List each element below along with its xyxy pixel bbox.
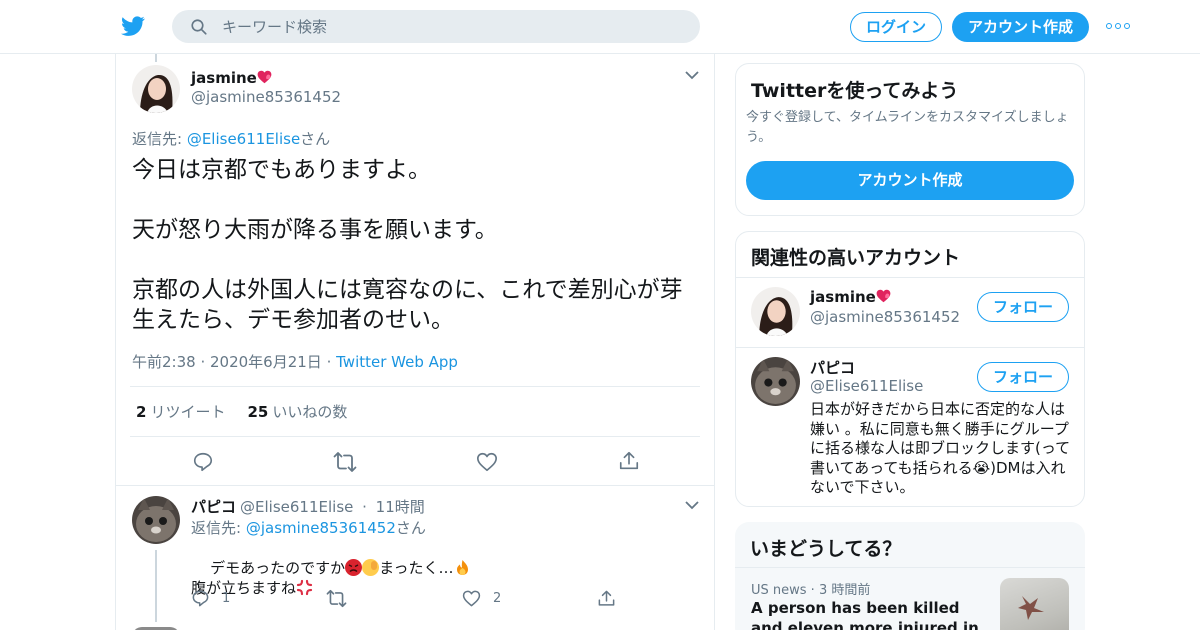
share-icon[interactable] <box>618 450 640 472</box>
search-box[interactable] <box>172 10 700 43</box>
account-name[interactable]: パピコ <box>810 357 855 378</box>
tweet-meta: 午前2:38 · 2020年6月21日 · Twitter Web App <box>132 353 458 371</box>
fire-emoji-icon <box>454 559 471 576</box>
heart-emoji-icon <box>876 289 891 307</box>
reply-context: 返信先: @jasmine85361452さん <box>191 519 426 537</box>
thread-line <box>155 54 157 62</box>
account-handle[interactable]: @Elise611Elise <box>810 377 923 395</box>
like-count: 2 <box>493 591 502 606</box>
avatar[interactable] <box>751 287 800 336</box>
retweet-icon[interactable] <box>326 589 347 608</box>
reply-context: 返信先: @Elise611Eliseさん <box>132 128 330 149</box>
like-action[interactable]: 2 <box>462 589 501 608</box>
trend-meta: US news · 3 時間前 <box>751 583 871 598</box>
follow-button[interactable]: フォロー <box>977 362 1069 392</box>
trends-card: いまどうしてる？ US news · 3 時間前 A person has be… <box>735 522 1085 630</box>
account-handle[interactable]: @jasmine85361452 <box>810 308 960 326</box>
search-input[interactable] <box>222 10 682 43</box>
angry-face-emoji-icon <box>345 559 363 576</box>
signup-card-description: 今すぐ登録して、タイムラインをカスタマイズしましょう。 <box>746 110 1069 145</box>
author-handle[interactable]: @jasmine85361452 <box>191 88 341 106</box>
reply-handle-link[interactable]: @Elise611Elise <box>187 130 300 148</box>
trend-headline[interactable]: A person has been killed and eleven more… <box>751 598 991 630</box>
related-accounts-card: 関連性の高いアカウント jasmine @jasmine85361452 フォロ… <box>735 231 1085 507</box>
follow-button[interactable]: フォロー <box>977 292 1069 322</box>
search-icon <box>191 19 207 35</box>
facepalm-emoji-icon <box>362 559 380 576</box>
reply-header: パピコ @Elise611Elise · 11時間 <box>191 498 425 516</box>
like-stat[interactable]: 25 いいねの数 <box>247 403 347 421</box>
author-handle[interactable]: @Elise611Elise <box>240 498 353 516</box>
related-accounts-title: 関連性の高いアカウント <box>751 247 961 269</box>
reply-icon[interactable] <box>192 451 214 473</box>
divider <box>130 386 700 387</box>
signup-card: Twitterを使ってみよう 今すぐ登録して、タイムラインをカスタマイズしましょ… <box>735 63 1085 216</box>
tweet-date[interactable]: 2020年6月21日 <box>210 353 322 371</box>
anger-symbol-emoji-icon <box>296 579 313 596</box>
divider <box>736 347 1084 348</box>
account-name[interactable]: jasmine <box>810 288 891 307</box>
avatar[interactable] <box>132 496 180 544</box>
login-button[interactable]: ログイン <box>850 12 942 42</box>
signup-card-title: Twitterを使ってみよう <box>751 80 959 102</box>
signup-card-button[interactable]: アカウント作成 <box>746 161 1074 200</box>
account-bio: 日本が好きだから日本に否定的な人は嫌い 。私に同意も無く勝手にグループに括る様な… <box>810 400 1071 496</box>
reply-prefix: 返信先: <box>132 130 187 148</box>
thread-line <box>155 550 157 622</box>
retweet-action[interactable] <box>326 589 347 608</box>
signup-button[interactable]: アカウント作成 <box>952 12 1089 42</box>
retweet-stat[interactable]: 2 リツイート <box>136 403 225 421</box>
tweet-author[interactable]: jasmine <box>191 68 272 88</box>
reply-suffix: さん <box>300 130 331 148</box>
chevron-down-icon[interactable] <box>684 70 700 80</box>
trend-thumbnail[interactable] <box>1000 578 1069 630</box>
reply-action[interactable]: 1 <box>191 589 230 608</box>
twitter-bird-icon[interactable] <box>120 14 146 38</box>
avatar[interactable] <box>132 65 180 113</box>
divider <box>116 485 714 486</box>
share-action[interactable] <box>597 589 616 608</box>
tweet-stats: 2 リツイート 25 いいねの数 <box>136 401 347 422</box>
chevron-down-icon[interactable] <box>684 500 700 510</box>
divider <box>735 567 1085 568</box>
tweet-source-link[interactable]: Twitter Web App <box>336 353 458 371</box>
divider <box>130 436 700 437</box>
trends-title: いまどうしてる？ <box>750 538 902 560</box>
more-dots-icon[interactable] <box>1106 20 1130 32</box>
heart-emoji-icon <box>257 69 272 88</box>
retweet-icon[interactable] <box>333 451 357 473</box>
share-icon[interactable] <box>597 589 616 608</box>
divider <box>736 277 1084 278</box>
avatar[interactable] <box>751 357 800 406</box>
like-icon[interactable] <box>462 589 481 608</box>
tweet-time[interactable]: 11時間 <box>376 498 425 516</box>
like-icon[interactable] <box>476 451 498 473</box>
reply-count: 1 <box>222 591 231 606</box>
tweet-text: 今日は京都でもありますよ。 天が怒り大雨が降る事を願います。 京都の人は外国人に… <box>132 157 683 333</box>
reply-icon[interactable] <box>191 589 210 608</box>
tweet-time[interactable]: 午前2:38 <box>132 353 196 371</box>
top-bar: ログイン アカウント作成 <box>0 0 1200 54</box>
reply-handle-link[interactable]: @jasmine85361452 <box>246 519 396 537</box>
author-name[interactable]: jasmine <box>191 69 257 87</box>
tweet-column: jasmine @jasmine85361452 返信先: @Elise611E… <box>115 54 715 630</box>
author-name[interactable]: パピコ <box>191 498 236 516</box>
